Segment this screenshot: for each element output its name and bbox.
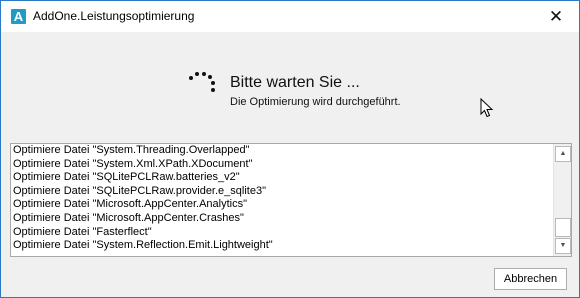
window-title: AddOne.Leistungsoptimierung — [33, 9, 195, 23]
log-line: Optimiere Datei "System.Reflection.Emit.… — [13, 239, 273, 252]
scroll-down-icon[interactable]: ▼ — [555, 238, 571, 254]
log-line: Optimiere Datei "Microsoft.AppCenter.Cra… — [13, 211, 244, 224]
cancel-button[interactable]: Abbrechen — [494, 268, 567, 290]
scroll-thumb[interactable] — [555, 218, 571, 237]
scroll-up-icon[interactable]: ▲ — [555, 146, 571, 162]
log-list[interactable]: Optimiere Datei "System.Threading.Overla… — [10, 143, 572, 257]
status-heading: Bitte warten Sie ... — [230, 74, 360, 91]
log-line: Optimiere Datei "SQLitePCLRaw.batteries_… — [13, 171, 240, 184]
log-line: Optimiere Datei "Microsoft.AppCenter.Ana… — [13, 198, 248, 211]
log-lines: Optimiere Datei "System.Threading.Overla… — [13, 144, 553, 253]
status-subtext: Die Optimierung wird durchgeführt. — [230, 96, 401, 108]
log-line: Optimiere Datei "SQLitePCLRaw.provider.e… — [13, 184, 266, 197]
log-scrollbar[interactable]: ▲ ▼ — [553, 144, 571, 256]
close-icon[interactable]: ✕ — [533, 1, 579, 32]
mouse-pointer-icon — [480, 98, 494, 118]
log-line: Optimiere Datei "System.Xml.XPath.XDocum… — [13, 157, 253, 170]
title-bar: A AddOne.Leistungsoptimierung ✕ — [1, 1, 579, 32]
log-line: Optimiere Datei "System.Threading.Overla… — [13, 144, 250, 156]
log-line: Optimiere Datei "Fasterflect" — [13, 225, 152, 238]
dialog-window: A AddOne.Leistungsoptimierung ✕ Bitte wa… — [0, 0, 580, 298]
loading-spinner-icon — [189, 69, 221, 101]
app-logo-icon: A — [11, 9, 26, 24]
